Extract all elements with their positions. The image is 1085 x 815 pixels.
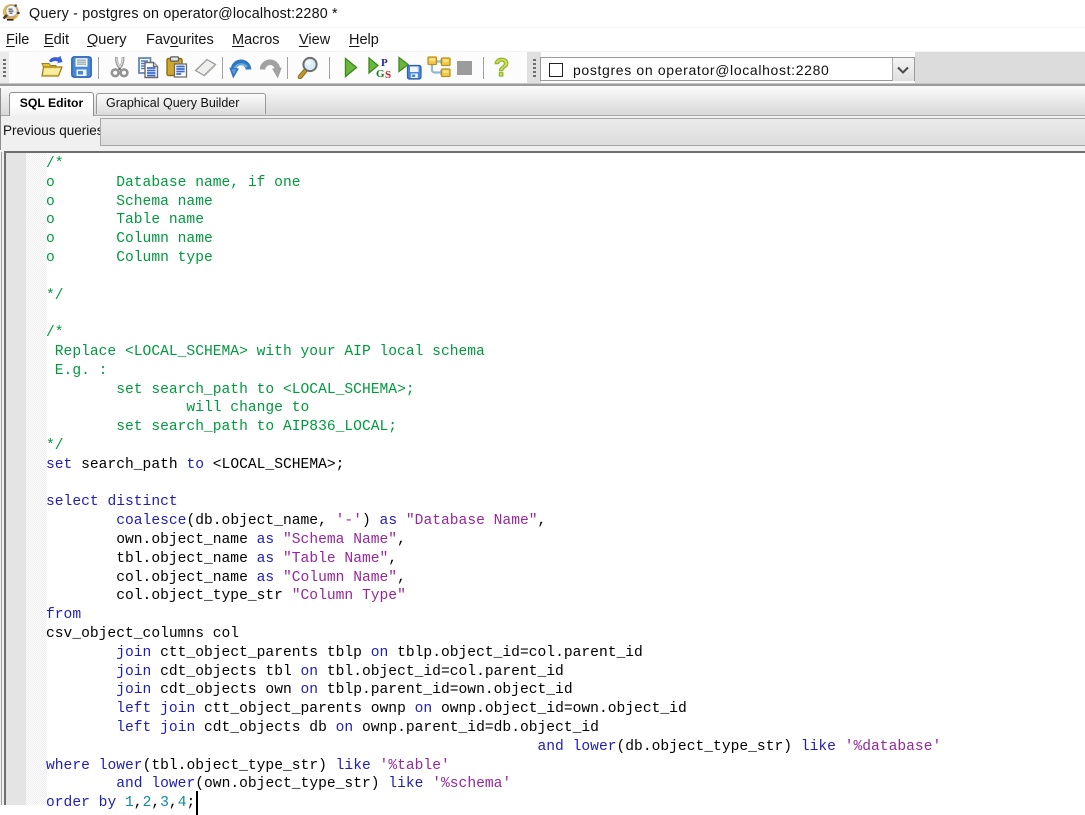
svg-text:S: S <box>385 69 391 80</box>
svg-text:?: ? <box>494 56 509 79</box>
svg-text:G: G <box>376 68 385 80</box>
